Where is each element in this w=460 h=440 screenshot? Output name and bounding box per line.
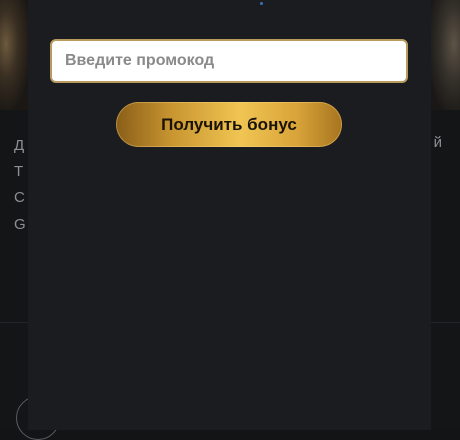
background-text-line: Т xyxy=(14,163,24,180)
background-image-right xyxy=(430,0,460,110)
background-text-right: й xyxy=(433,134,442,151)
get-bonus-button[interactable]: Получить бонус xyxy=(116,102,342,147)
promo-code-input[interactable] xyxy=(50,39,408,83)
background-text-bold: G xyxy=(14,216,26,233)
background-image-left xyxy=(0,0,30,110)
indicator-dot xyxy=(260,2,263,5)
background-text-line: С xyxy=(14,189,25,206)
background-text-line: Д xyxy=(14,137,25,154)
promo-modal: Получить бонус xyxy=(28,0,431,430)
